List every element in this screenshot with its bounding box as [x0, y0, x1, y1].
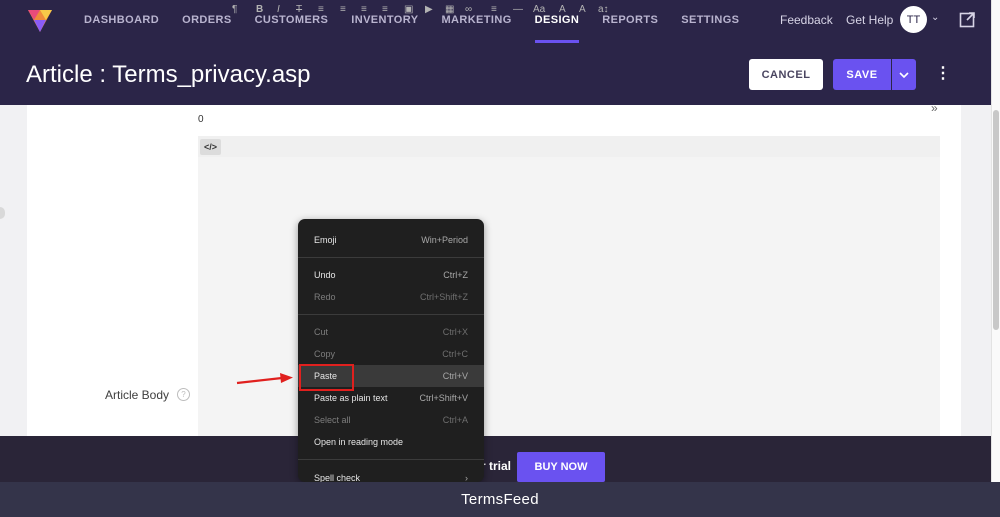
cancel-button[interactable]: CANCEL [749, 59, 823, 90]
menu-item-emoji[interactable]: Emoji Win+Period [298, 229, 484, 251]
brand-logo-icon[interactable] [26, 6, 54, 34]
menu-item-cut: Cut Ctrl+X [314, 327, 468, 337]
nav-settings[interactable]: SETTINGS [681, 0, 739, 40]
menu-item-undo[interactable]: Undo Ctrl+Z [298, 264, 484, 286]
save-options-button[interactable] [892, 59, 916, 90]
numbered-list-icon[interactable]: ≡ [340, 4, 346, 16]
main-nav: DASHBOARD ORDERS CUSTOMERS INVENTORY MAR… [84, 0, 762, 43]
source-code-button[interactable]: </> [200, 139, 221, 155]
collapse-icon[interactable]: » [931, 101, 938, 115]
bold-icon[interactable]: B [256, 4, 263, 16]
buy-now-button[interactable]: BUY NOW [517, 452, 605, 482]
avatar[interactable]: TT [900, 6, 927, 33]
nav-orders[interactable]: ORDERS [182, 0, 231, 40]
nav-dashboard[interactable]: DASHBOARD [84, 0, 159, 40]
menu-item-reading-mode[interactable]: Open in reading mode [298, 431, 484, 453]
strikethrough-icon[interactable]: T [296, 4, 302, 16]
italic-icon[interactable]: I [277, 4, 280, 16]
footer-brand: TermsFeed [0, 482, 1000, 517]
highlight-icon[interactable]: A [579, 4, 586, 16]
bullet-list-icon[interactable]: ≡ [318, 4, 324, 16]
table-icon[interactable]: ▦ [445, 4, 454, 16]
feedback-link[interactable]: Feedback [780, 0, 833, 40]
more-options-icon[interactable]: ⋮ [935, 64, 951, 84]
page-title: Article : Terms_privacy.asp [26, 61, 311, 88]
align-icon[interactable]: ≡ [491, 4, 497, 16]
menu-item-redo: Redo Ctrl+Shift+Z [314, 292, 468, 302]
font-family-icon[interactable]: Aa [533, 4, 545, 16]
scrollbar-thumb[interactable] [993, 110, 999, 330]
horizontal-rule-icon[interactable]: — [513, 4, 523, 16]
external-link-icon[interactable] [959, 11, 976, 28]
menu-separator [298, 459, 484, 460]
font-color-icon[interactable]: A [559, 4, 566, 16]
indent-icon[interactable]: ≡ [382, 4, 388, 16]
save-button[interactable]: SAVE [833, 59, 891, 90]
image-icon[interactable]: ▣ [404, 4, 413, 16]
menu-item-select-all: Select all Ctrl+A [314, 415, 468, 425]
menu-separator [298, 257, 484, 258]
chevron-down-icon[interactable]: ⌄ [931, 12, 939, 23]
paragraph-icon[interactable]: ¶ [232, 4, 237, 16]
chevron-down-icon [899, 71, 909, 78]
chevron-right-icon: › [465, 473, 468, 482]
menu-item-copy: Copy Ctrl+C [314, 349, 468, 359]
side-handle[interactable] [0, 207, 5, 219]
menu-separator [298, 314, 484, 315]
trial-banner-text: r trial [481, 459, 512, 473]
video-icon[interactable]: ▶ [425, 4, 433, 16]
help-icon[interactable]: ? [177, 388, 190, 401]
get-help-link[interactable]: Get Help [846, 0, 893, 40]
link-icon[interactable]: ∞ [465, 4, 472, 16]
font-size-icon[interactable]: a↕ [598, 4, 609, 16]
context-menu: Emoji Win+Period Undo Ctrl+Z Redo Ctrl+S… [298, 219, 484, 482]
editor-toolbar [198, 136, 940, 157]
paste-highlight-box [299, 364, 354, 391]
nav-reports[interactable]: REPORTS [602, 0, 658, 40]
annotation-arrow-icon [236, 373, 293, 385]
menu-item-spell-check[interactable]: Spell check › [298, 467, 484, 482]
article-body-label: Article Body [105, 388, 170, 402]
outdent-icon[interactable]: ≡ [361, 4, 367, 16]
char-count: 0 [198, 114, 204, 125]
